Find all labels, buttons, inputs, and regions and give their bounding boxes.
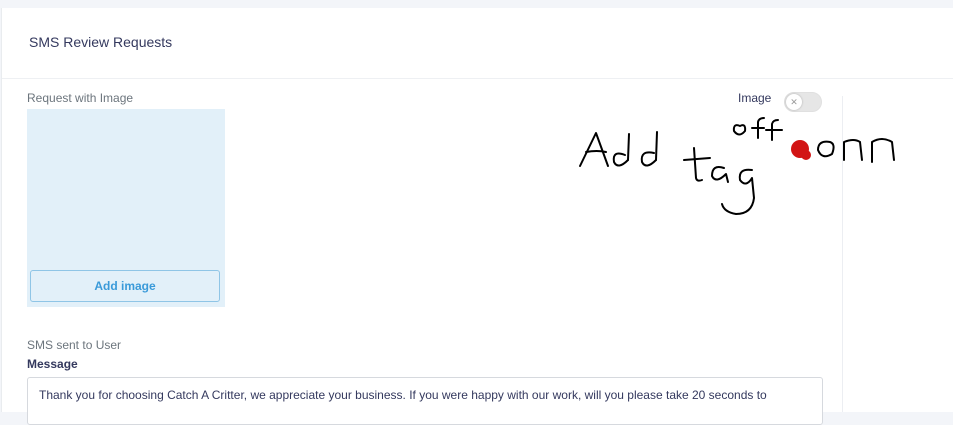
request-with-image-label: Request with Image	[27, 91, 134, 105]
sms-sent-to-user-label: SMS sent to User	[27, 338, 122, 352]
x-icon: ✕	[786, 94, 802, 110]
image-toggle[interactable]: ✕	[784, 92, 822, 112]
card-header: SMS Review Requests	[2, 8, 953, 79]
column-divider	[842, 96, 843, 412]
page-title: SMS Review Requests	[29, 34, 173, 50]
message-label: Message	[27, 357, 78, 371]
message-field[interactable]: Thank you for choosing Catch A Critter, …	[27, 377, 823, 425]
image-toggle-label: Image	[738, 91, 772, 105]
add-image-button[interactable]: Add image	[30, 270, 220, 302]
image-upload-area[interactable]: Add image	[27, 109, 225, 307]
top-bar	[0, 0, 953, 8]
